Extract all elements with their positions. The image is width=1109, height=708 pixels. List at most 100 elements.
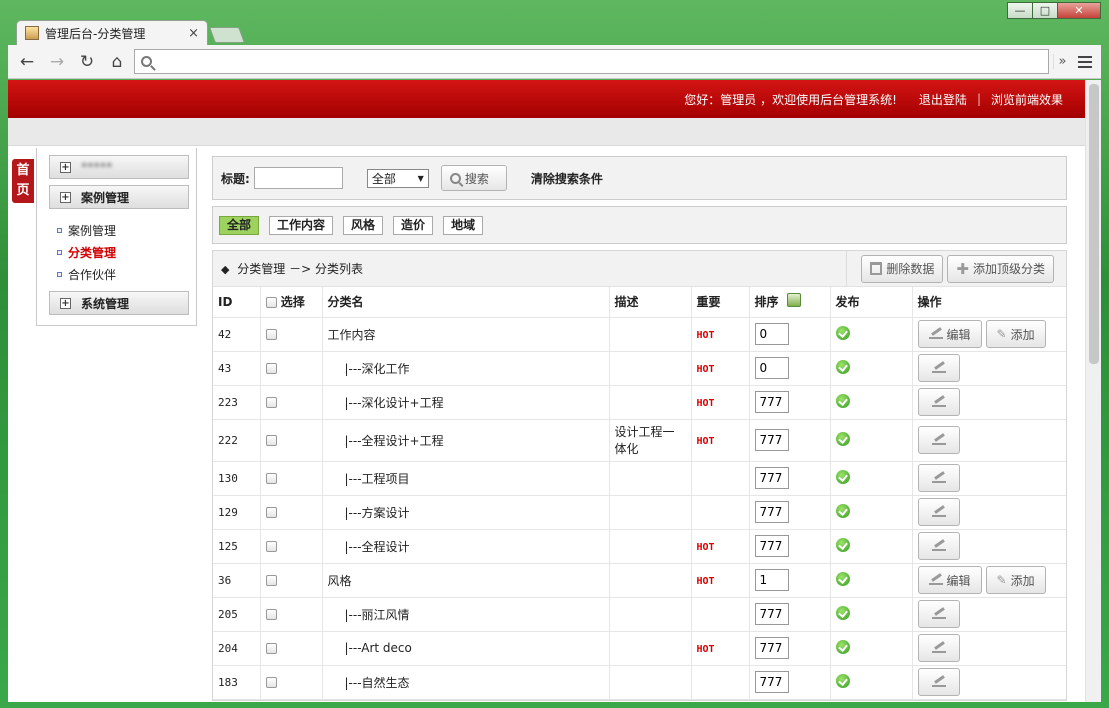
add-top-category-button[interactable]: ✚ 添加顶级分类	[947, 254, 1054, 283]
sidebar-group-cases[interactable]: + 案例管理	[49, 185, 189, 209]
cell-action	[912, 597, 1066, 632]
published-check-icon[interactable]	[835, 393, 850, 408]
filter-bar: 全部 工作内容 风格 造价 地域	[212, 206, 1067, 244]
title-search-input[interactable]	[253, 167, 343, 189]
hot-badge[interactable]: HOT	[697, 542, 715, 553]
clear-search-link[interactable]: 清除搜索条件	[531, 170, 603, 187]
home-icon[interactable]: ⌂	[104, 49, 130, 75]
edit-button[interactable]	[917, 532, 960, 560]
hot-badge[interactable]: HOT	[697, 644, 715, 655]
page-scrollbar[interactable]	[1085, 80, 1101, 702]
hot-badge[interactable]: HOT	[697, 576, 715, 587]
address-bar[interactable]	[134, 49, 1049, 74]
published-check-icon[interactable]	[835, 325, 850, 340]
published-check-icon[interactable]	[835, 431, 850, 446]
edit-button[interactable]	[917, 426, 960, 454]
cell-publish	[830, 563, 913, 598]
sort-input[interactable]	[754, 671, 789, 693]
sort-input[interactable]	[754, 501, 789, 523]
edit-button[interactable]: 编辑	[917, 566, 982, 594]
filter-chip-all[interactable]: 全部	[219, 215, 260, 235]
row-checkbox[interactable]	[265, 473, 277, 484]
edit-button[interactable]	[917, 388, 960, 416]
close-window-button[interactable]: ✕	[1057, 2, 1101, 19]
cell-desc	[609, 385, 692, 420]
hot-badge[interactable]: HOT	[697, 364, 715, 375]
minimize-button[interactable]: —	[1007, 2, 1033, 19]
menu-icon[interactable]	[1075, 55, 1095, 68]
published-check-icon[interactable]	[835, 571, 850, 586]
back-icon[interactable]: ←	[14, 49, 40, 75]
row-checkbox[interactable]	[265, 507, 277, 518]
hot-badge[interactable]: HOT	[697, 398, 715, 409]
edit-button[interactable]	[917, 634, 960, 662]
frontend-preview-link[interactable]: 浏览前端效果	[991, 91, 1063, 108]
edit-button[interactable]	[917, 464, 960, 492]
row-checkbox[interactable]	[265, 397, 277, 408]
sort-input[interactable]	[754, 323, 789, 345]
add-child-button[interactable]: ✎ 添加	[985, 566, 1046, 594]
reload-icon[interactable]: ↻	[74, 49, 100, 75]
category-name: 风格	[327, 573, 352, 588]
scrollbar-thumb[interactable]	[1089, 84, 1099, 364]
forward-icon[interactable]: →	[44, 49, 70, 75]
published-check-icon[interactable]	[835, 503, 850, 518]
edit-button[interactable]	[917, 498, 960, 526]
published-check-icon[interactable]	[835, 359, 850, 374]
browser-tab[interactable]: 管理后台-分类管理 ×	[16, 20, 208, 45]
sort-input[interactable]	[754, 535, 789, 557]
filter-chip-work[interactable]: 工作内容	[269, 215, 334, 235]
cell-action	[912, 529, 1066, 564]
select-all-checkbox[interactable]	[265, 297, 277, 309]
home-tab[interactable]: 首 页	[12, 159, 34, 203]
category-name: |---全程设计+工程	[344, 433, 444, 448]
published-check-icon[interactable]	[835, 469, 850, 484]
tab-close-icon[interactable]: ×	[188, 26, 199, 41]
sort-input[interactable]	[754, 391, 789, 413]
extensions-chevron-icon[interactable]: »	[1053, 54, 1071, 69]
save-sort-icon[interactable]	[786, 293, 801, 308]
sort-input[interactable]	[754, 429, 789, 451]
sort-input[interactable]	[754, 357, 789, 379]
row-checkbox[interactable]	[265, 435, 277, 446]
row-checkbox[interactable]	[265, 575, 277, 586]
url-input[interactable]	[160, 54, 1042, 69]
sort-input[interactable]	[754, 603, 789, 625]
published-check-icon[interactable]	[835, 639, 850, 654]
filter-chip-region[interactable]: 地域	[443, 215, 484, 235]
edit-button[interactable]: 编辑	[917, 320, 982, 348]
row-checkbox[interactable]	[265, 541, 277, 552]
edit-button[interactable]	[917, 600, 960, 628]
sidebar-group-system[interactable]: + 系统管理	[49, 291, 189, 315]
sidebar-group-blurred[interactable]: + *****	[49, 155, 189, 179]
hot-badge[interactable]: HOT	[697, 436, 715, 447]
published-check-icon[interactable]	[835, 673, 850, 688]
add-child-button[interactable]: ✎ 添加	[985, 320, 1046, 348]
published-check-icon[interactable]	[835, 605, 850, 620]
sort-input[interactable]	[754, 637, 789, 659]
sort-input[interactable]	[754, 569, 789, 591]
edit-button[interactable]	[917, 668, 960, 696]
row-checkbox[interactable]	[265, 329, 277, 340]
published-check-icon[interactable]	[835, 537, 850, 552]
cell-sort	[749, 419, 831, 462]
sidebar-item-case-manage[interactable]: 案例管理	[57, 219, 196, 241]
category-select[interactable]: 全部 ▼	[366, 168, 429, 188]
maximize-button[interactable]: □	[1032, 2, 1058, 19]
delete-data-button[interactable]: 删除数据	[861, 254, 944, 283]
row-checkbox[interactable]	[265, 609, 277, 620]
filter-chip-style[interactable]: 风格	[343, 215, 384, 235]
row-checkbox[interactable]	[265, 643, 277, 654]
logout-link[interactable]: 退出登陆	[919, 91, 967, 108]
filter-chip-cost[interactable]: 造价	[393, 215, 434, 235]
row-checkbox[interactable]	[265, 677, 277, 688]
search-button[interactable]: 搜索	[440, 165, 507, 191]
sort-input[interactable]	[754, 467, 789, 489]
edit-button[interactable]	[917, 354, 960, 382]
row-checkbox[interactable]	[265, 363, 277, 374]
pencil-icon	[931, 643, 946, 653]
hot-badge[interactable]: HOT	[697, 330, 715, 341]
new-tab-button[interactable]	[209, 27, 245, 43]
sidebar-item-category-manage[interactable]: 分类管理	[57, 241, 196, 263]
sidebar-item-partners[interactable]: 合作伙伴	[57, 263, 196, 285]
